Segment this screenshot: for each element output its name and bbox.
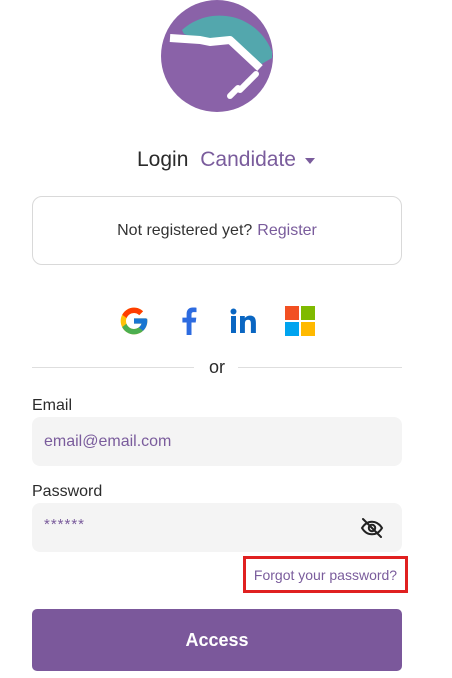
eye-slash-icon[interactable] <box>360 516 384 540</box>
password-value: ****** <box>44 516 86 533</box>
microsoft-login-button[interactable] <box>283 304 317 338</box>
linkedin-login-button[interactable] <box>227 304 261 338</box>
or-divider: or <box>32 356 402 378</box>
linkedin-icon <box>230 308 256 333</box>
handshake-logo-icon <box>161 0 273 112</box>
role-selected-value: Candidate <box>200 148 296 171</box>
facebook-icon <box>182 307 197 335</box>
login-header: Login Candidate <box>0 144 452 176</box>
email-field[interactable] <box>32 417 402 466</box>
caret-down-icon <box>304 158 315 164</box>
access-button[interactable]: Access <box>32 609 402 671</box>
register-panel: Not registered yet? Register <box>32 196 402 265</box>
password-label: Password <box>32 483 103 500</box>
microsoft-icon <box>285 306 315 336</box>
divider-text: or <box>208 357 225 377</box>
google-login-button[interactable] <box>117 304 151 338</box>
social-login-row <box>0 304 452 338</box>
role-dropdown[interactable]: Candidate <box>200 144 315 176</box>
email-label: Email <box>32 397 73 414</box>
facebook-login-button[interactable] <box>172 304 206 338</box>
google-icon <box>120 307 148 335</box>
forgot-password-link[interactable]: Forgot your password? <box>254 567 397 583</box>
register-link[interactable]: Register <box>257 222 317 240</box>
password-field[interactable] <box>32 503 402 552</box>
forgot-password-highlight: Forgot your password? <box>243 556 408 593</box>
register-prompt: Not registered yet? <box>117 221 253 239</box>
login-label: Login <box>137 148 189 171</box>
